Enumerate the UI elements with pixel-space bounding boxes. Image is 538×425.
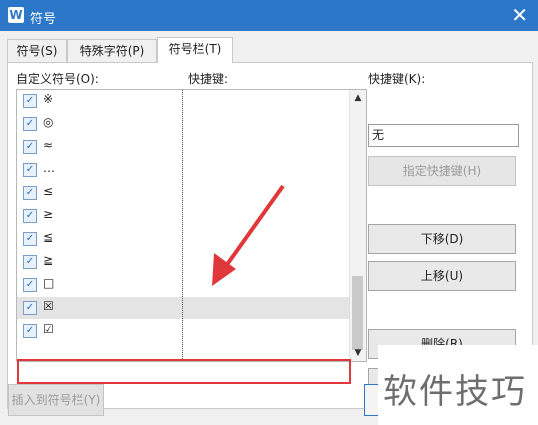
tab-symbol-bar[interactable]: 符号栏(T): [157, 37, 233, 63]
watermark-text: 软件技巧: [383, 372, 527, 412]
